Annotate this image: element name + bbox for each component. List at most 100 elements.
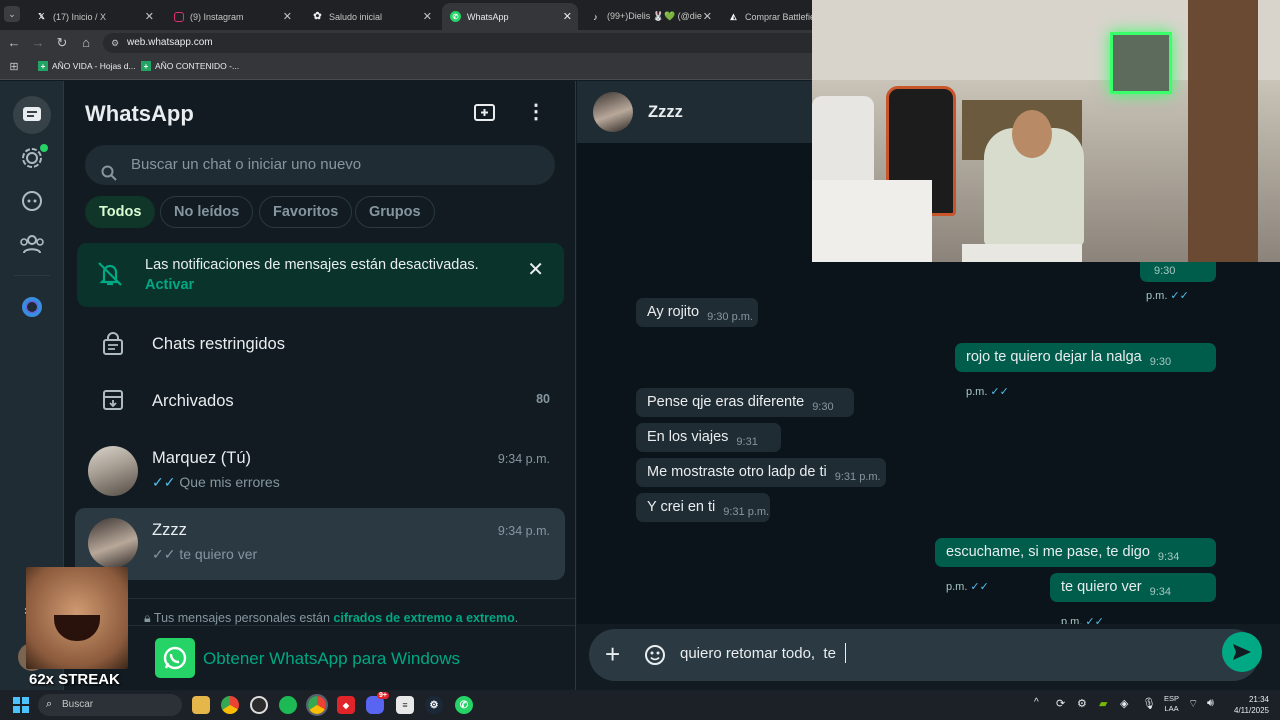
tab-battlefield[interactable]: ◭ Comprar Battlefield™ [720, 3, 812, 30]
windows-start-icon[interactable] [12, 696, 30, 714]
tab-search-button[interactable]: ⌄ [4, 6, 20, 22]
message-bubble-in[interactable]: Me mostraste otro ladp de ti 9:31 p.m. [636, 458, 886, 487]
close-tab-icon[interactable]: ✕ [145, 10, 154, 23]
archived-label: Archivados [152, 392, 234, 410]
activate-notifications-link[interactable]: Activar [145, 277, 194, 293]
sheets-icon: + [141, 61, 151, 71]
ea-icon: ◭ [730, 12, 737, 21]
obs-icon[interactable] [250, 696, 268, 714]
whatsapp-taskbar-icon[interactable]: ✆ [455, 696, 473, 714]
filter-no-leidos[interactable]: No leídos [160, 196, 254, 228]
notepad-icon[interactable]: ≡ [396, 696, 414, 714]
clock[interactable]: 21:34 4/11/2025 [1229, 694, 1269, 716]
home-icon[interactable]: ⌂ [78, 35, 94, 51]
url-field[interactable]: ⚙ web.whatsapp.com [103, 33, 823, 53]
message-bubble-out[interactable]: te quiero ver 9:34 p.m. ✓✓ [1050, 573, 1216, 628]
streak-label: 62x STREAK [29, 671, 120, 688]
archived-row[interactable]: Archivados 80 [75, 378, 565, 424]
double-check-icon: ✓✓ [1170, 290, 1189, 302]
get-whatsapp-windows-link[interactable]: Obtener WhatsApp para Windows [203, 649, 460, 669]
tab-x[interactable]: 𝕏 (17) Inicio / X ✕ [28, 3, 160, 30]
message-bubble-in[interactable]: Y crei en ti 9:31 p.m. [636, 493, 770, 522]
tab-whatsapp[interactable]: ✆ WhatsApp ✕ [442, 3, 578, 30]
close-tab-icon[interactable]: ✕ [423, 10, 432, 23]
message-bubble-out[interactable]: rojo te quiero dejar la nalga 9:30 p.m. ✓✓ [955, 343, 1216, 398]
bookmark-ano-contenido[interactable]: + AÑO CONTENIDO -... [141, 61, 239, 71]
volume-icon[interactable]: 🔊︎ [1207, 697, 1214, 710]
microphone-icon[interactable]: 🎙︎ [1142, 697, 1156, 710]
taskbar-search-box[interactable]: ⌕ Buscar [38, 694, 182, 716]
new-chat-icon[interactable] [473, 101, 497, 125]
search-input[interactable]: Buscar un chat o iniciar uno nuevo [85, 145, 555, 185]
chat-row[interactable]: Zzzz 9:34 p.m. ✓✓ te quiero ver [75, 508, 565, 580]
contact-avatar[interactable] [593, 92, 633, 132]
double-check-icon: ✓✓ [970, 581, 989, 593]
discord-icon[interactable]: 9+ [366, 692, 389, 714]
settings-tray-icon[interactable]: ⚙ [1077, 697, 1087, 710]
chat-name: Marquez (Tú) [152, 449, 252, 467]
locked-chat-icon [102, 332, 124, 356]
encryption-notice: 🔒︎ Tus mensajes personales están cifrado… [144, 611, 518, 626]
forward-arrow-icon[interactable]: → [30, 35, 46, 51]
tab-tiktok[interactable]: ♪ (99+)Dielis 🐰💚 (@die ✕ [582, 3, 718, 30]
message-bubble-in[interactable]: Pense qje eras diferente9:30 p.m. [636, 388, 854, 443]
language-indicator[interactable]: ESP LAA [1164, 694, 1179, 714]
network-tray-icon[interactable]: ◈ [1120, 697, 1128, 710]
restricted-chats-row[interactable]: Chats restringidos [75, 321, 565, 367]
reload-icon[interactable]: ↻ [54, 35, 70, 51]
close-tab-icon[interactable]: ✕ [563, 10, 572, 23]
channels-icon[interactable] [16, 185, 48, 217]
box [812, 180, 932, 262]
menu-kebab-icon[interactable]: ⋮ [526, 101, 546, 125]
nvidia-icon[interactable]: ▰ [1099, 697, 1107, 710]
message-bubble-in[interactable]: Ay rojito 9:30 p.m. [636, 298, 758, 327]
message-bubble-in[interactable]: En los viajes9:31 p.m. [636, 423, 781, 478]
file-explorer-icon[interactable] [192, 696, 210, 714]
chevron-up-icon[interactable]: ^ [1034, 697, 1039, 708]
filter-grupos[interactable]: Grupos [355, 196, 435, 228]
bookmark-ano-vida[interactable]: + AÑO VIDA - Hojas d... [38, 61, 136, 71]
encryption-link[interactable]: cifrados de extremo a extremo [333, 611, 514, 625]
spotify-icon[interactable] [279, 696, 297, 714]
contact-name[interactable]: Zzzz [648, 103, 683, 122]
message-text: rojo te quiero dejar la nalga [966, 349, 1142, 365]
send-button[interactable] [1222, 632, 1262, 672]
message-input-box[interactable]: + quiero retomar todo, te [589, 629, 1259, 681]
plus-icon[interactable]: + [605, 641, 620, 667]
keyboard [962, 244, 1082, 262]
chrome-icon[interactable] [221, 696, 239, 714]
tab-instagram[interactable]: (9) Instagram ✕ [166, 3, 298, 30]
close-tab-icon[interactable]: ✕ [283, 10, 292, 23]
filter-favoritos[interactable]: Favoritos [259, 196, 353, 228]
message-bubble-out[interactable]: escuchame, si me pase, te digo 9:34 p.m. ✓… [935, 538, 1216, 593]
sync-icon[interactable]: ⟳ [1056, 697, 1065, 710]
sticker-icon[interactable] [644, 644, 666, 666]
message-draft: quiero retomar todo, te [680, 645, 836, 662]
wifi-icon[interactable]: ⌔ [1188, 697, 1198, 711]
avatar [88, 518, 138, 568]
chrome-active-icon[interactable] [306, 694, 328, 716]
tab-chatgpt[interactable]: ✿ Saludo inicial ✕ [304, 3, 438, 30]
app-red-icon[interactable]: ◆ [337, 696, 355, 714]
close-icon[interactable]: ✕ [527, 257, 544, 282]
site-info-icon[interactable]: ⚙ [111, 33, 119, 53]
status-icon[interactable] [16, 142, 48, 174]
chat-row[interactable]: Marquez (Tú) 9:34 p.m. ✓✓ Que mis errore… [75, 436, 565, 508]
led-frame [1110, 32, 1172, 94]
communities-icon[interactable] [16, 228, 48, 260]
apps-grid-icon[interactable]: ⊞ [6, 59, 22, 75]
meta-ai-icon[interactable] [16, 291, 48, 323]
notifications-banner: Las notificaciones de mensajes están des… [77, 243, 564, 307]
close-tab-icon[interactable]: ✕ [703, 10, 712, 23]
steam-icon[interactable]: ⚙ [425, 696, 443, 714]
bookmark-label: AÑO CONTENIDO -... [155, 61, 240, 71]
message-time: 9:31 p.m. [834, 471, 881, 483]
clock-date: 4/11/2025 [1234, 706, 1269, 715]
message-text: Ay rojito [647, 304, 700, 320]
archived-count: 80 [536, 392, 550, 406]
clock-time: 21:34 [1248, 695, 1269, 704]
chats-icon[interactable] [13, 96, 51, 134]
filter-todos[interactable]: Todos [85, 196, 156, 228]
back-arrow-icon[interactable]: ← [6, 35, 22, 51]
chat-name: Zzzz [152, 521, 187, 539]
